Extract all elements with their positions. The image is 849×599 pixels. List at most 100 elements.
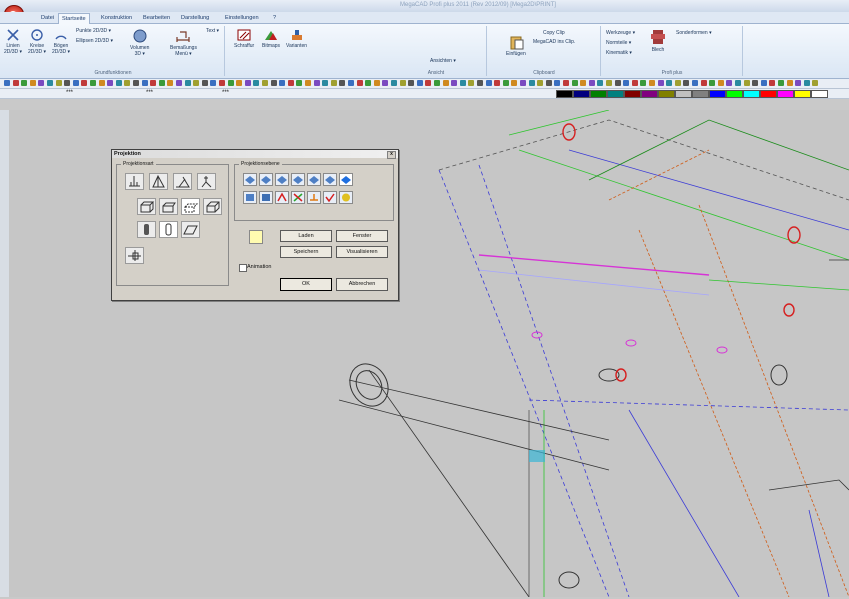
toolbar-tool-icon[interactable] [184,80,191,86]
toolbar-tool-icon[interactable] [597,80,604,86]
toolbar-tool-icon[interactable] [348,80,354,86]
toolbar-tool-icon[interactable] [72,80,79,86]
einfuegen-button[interactable]: Einfügen [506,34,526,57]
toolbar-tool-icon[interactable] [90,80,96,86]
toolbar-tool-icon[interactable] [760,80,767,86]
toolbar-tool-icon[interactable] [709,80,716,86]
toolbar-tool-icon[interactable] [537,80,544,86]
color-swatch[interactable] [556,90,573,98]
toolbar-tool-icon[interactable] [623,80,630,86]
toolbar-tool-icon[interactable] [141,80,148,86]
toolbar-tool-icon[interactable] [735,80,741,86]
toolbar-tool-icon[interactable] [236,80,243,86]
projection-cylinder-button[interactable] [137,221,156,238]
toolbar-tool-icon[interactable] [563,80,569,86]
toolbar-tool-icon[interactable] [494,80,501,86]
color-swatch[interactable] [794,90,811,98]
color-swatch[interactable] [641,90,658,98]
toolbar-tool-icon[interactable] [606,80,612,86]
toolbar-tool-icon[interactable] [47,80,53,86]
toolbar-tool-icon[interactable] [107,80,114,86]
toolbar-tool-icon[interactable] [64,80,71,86]
toolbar-tool-icon[interactable] [666,80,673,86]
toolbar-tool-icon[interactable] [554,80,561,86]
plane-10-button[interactable] [275,191,289,204]
toolbar-tool-icon[interactable] [812,80,819,86]
color-swatch[interactable] [811,90,828,98]
color-swatch[interactable] [709,90,726,98]
megacad-clip-button[interactable]: MegaCAD ins Clip. [533,39,575,45]
toolbar-tool-icon[interactable] [778,80,784,86]
toolbar-tool-icon[interactable] [786,80,793,86]
linien-button[interactable]: Linien 2D/3D ▾ [4,28,22,55]
toolbar-tool-icon[interactable] [726,80,733,86]
plane-9-button[interactable] [259,191,273,204]
toolbar-tool-icon[interactable] [167,80,174,86]
projection-box2-button[interactable] [159,198,178,215]
toolbar-tool-icon[interactable] [631,80,638,86]
tab-datei[interactable]: Datei [38,13,57,23]
toolbar-tool-icon[interactable] [640,80,647,86]
color-swatch[interactable] [743,90,760,98]
toolbar-tool-icon[interactable] [752,80,759,86]
bemassung-button[interactable]: Bemaßungs Menü ▾ [170,28,197,57]
projection-axes-button[interactable] [125,247,144,264]
toolbar-tool-icon[interactable] [391,80,397,86]
toolbar-tool-icon[interactable] [520,80,526,86]
toolbar-tool-icon[interactable] [322,80,329,86]
toolbar-tool-icon[interactable] [373,80,380,86]
toolbar-tool-icon[interactable] [657,80,664,86]
toolbar-tool-icon[interactable] [98,80,105,86]
text-button[interactable]: Text ▾ [206,28,219,34]
toolbar-tool-icon[interactable] [305,80,311,86]
toolbar-tool-icon[interactable] [434,80,440,86]
toolbar-tool-icon[interactable] [545,80,552,86]
toolbar-tool-icon[interactable] [717,80,724,86]
color-swatch[interactable] [760,90,777,98]
plane-11-button[interactable] [291,191,305,204]
varianten-button[interactable]: Varianten [286,28,307,49]
color-swatch[interactable] [675,90,692,98]
toolbar-tool-icon[interactable] [12,80,19,86]
schraffur-button[interactable]: Schraffur [234,28,254,49]
toolbar-tool-icon[interactable] [365,80,372,86]
toolbar-tool-icon[interactable] [451,80,458,86]
toolbar-tool-icon[interactable] [339,80,346,86]
toolbar-tool-icon[interactable] [330,80,337,86]
toolbar-tool-icon[interactable] [21,80,28,86]
plane-5-button[interactable] [307,173,321,186]
toolbar-tool-icon[interactable] [468,80,475,86]
abbrechen-button[interactable]: Abbrechen [336,278,388,291]
toolbar-tool-icon[interactable] [382,80,389,86]
tab-konstruktion[interactable]: Konstruktion [98,13,135,23]
toolbar-tool-icon[interactable] [588,80,595,86]
toolbar-tool-icon[interactable] [158,80,165,86]
toolbar-tool-icon[interactable] [244,80,251,86]
laden-button[interactable]: Laden [280,230,332,242]
toolbar-tool-icon[interactable] [210,80,217,86]
toolbar-tool-icon[interactable] [176,80,182,86]
color-swatch[interactable] [777,90,794,98]
toolbar-tool-icon[interactable] [270,80,277,86]
toolbar-tool-icon[interactable] [4,80,10,86]
kreise-button[interactable]: Kreise 2D/3D ▾ [28,28,46,55]
normteile-button[interactable]: Normteile ▾ [606,40,631,46]
projection-box4-button[interactable] [203,198,222,215]
toolbar-tool-icon[interactable] [133,80,139,86]
plane-8-button[interactable] [243,191,257,204]
projection-box1-button[interactable] [137,198,156,215]
toolbar-tool-icon[interactable] [459,80,466,86]
kinematik-button[interactable]: Kinematik ▾ [606,50,632,56]
color-swatch[interactable] [573,90,590,98]
projection-iso-button[interactable] [173,173,192,190]
toolbar-tool-icon[interactable] [193,80,200,86]
color-swatch[interactable] [624,90,641,98]
projection-parallelogram-button[interactable] [181,221,200,238]
color-swatch[interactable] [590,90,607,98]
ansichten-button[interactable]: Ansichten ▾ [430,58,456,64]
toolbar-tool-icon[interactable] [287,80,294,86]
toolbar-tool-icon[interactable] [124,80,131,86]
plane-6-button[interactable] [323,173,337,186]
toolbar-tool-icon[interactable] [614,80,621,86]
toolbar-tool-icon[interactable] [477,80,483,86]
